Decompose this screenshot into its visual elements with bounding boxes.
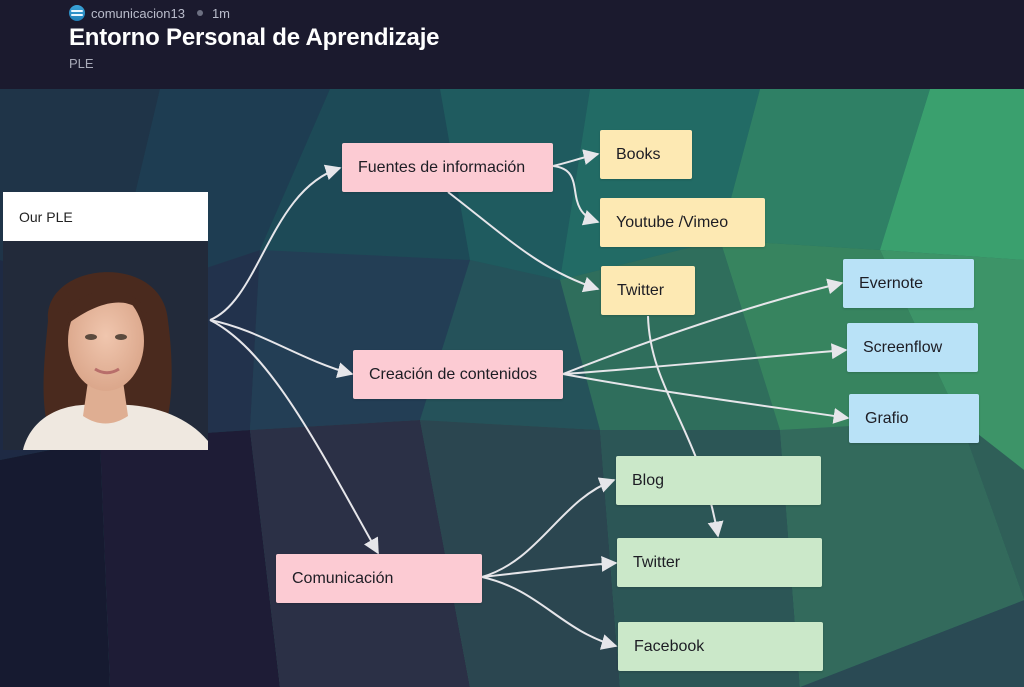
board-header: comunicacion13 1m Entorno Personal de Ap… <box>0 0 1024 89</box>
node-grafio[interactable]: Grafio <box>849 394 979 443</box>
author-name[interactable]: comunicacion13 <box>91 6 185 21</box>
node-screenflow[interactable]: Screenflow <box>847 323 978 372</box>
node-comunicacion[interactable]: Comunicación <box>276 554 482 603</box>
post-meta: comunicacion13 1m <box>69 5 230 21</box>
portrait-illustration <box>3 241 208 450</box>
node-blog[interactable]: Blog <box>616 456 821 505</box>
globe-avatar-icon[interactable] <box>69 5 85 21</box>
board-subtitle: PLE <box>69 56 94 71</box>
root-card-our-ple[interactable]: Our PLE <box>3 192 208 450</box>
node-creacion-de-contenidos[interactable]: Creación de contenidos <box>353 350 563 399</box>
separator-dot <box>196 10 203 16</box>
node-twitter-comunicacion[interactable]: Twitter <box>617 538 822 587</box>
node-evernote[interactable]: Evernote <box>843 259 974 308</box>
node-twitter-fuentes[interactable]: Twitter <box>601 266 695 315</box>
node-youtube-vimeo[interactable]: Youtube /Vimeo <box>600 198 765 247</box>
node-facebook[interactable]: Facebook <box>618 622 823 671</box>
root-card-label: Our PLE <box>3 192 208 241</box>
board-title: Entorno Personal de Aprendizaje <box>69 24 440 51</box>
portrait-photo <box>3 241 208 450</box>
node-fuentes-de-informacion[interactable]: Fuentes de información <box>342 143 553 192</box>
node-books[interactable]: Books <box>600 130 692 179</box>
timestamp: 1m <box>211 5 231 21</box>
